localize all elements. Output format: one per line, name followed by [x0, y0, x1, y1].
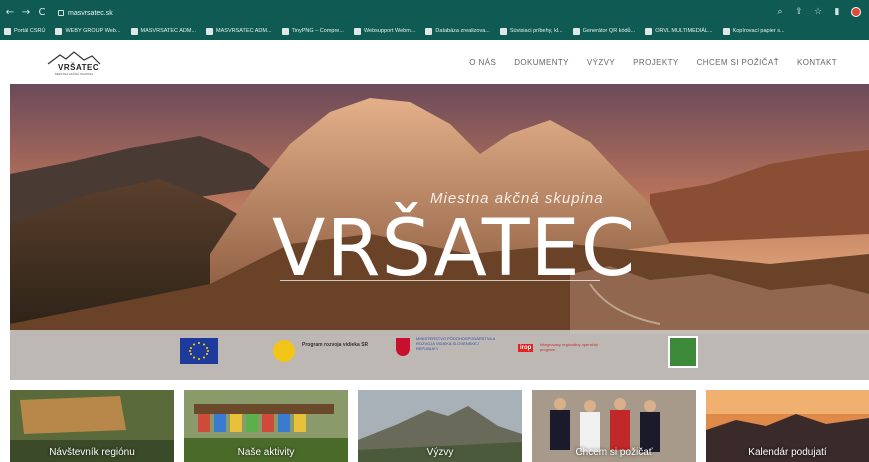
bookmark-label: ORVL MULTIMEDIÁL... — [655, 28, 713, 34]
hero-banner: Miestna akčná skupina VRŠATEC Program ro… — [10, 84, 869, 380]
tile-label: Naše aktivity — [237, 447, 295, 458]
bookmark-label: Súvisiaci príbehy, kl... — [509, 28, 563, 34]
browser-chrome: ← → C masvrsatec.sk ⌕ ⇪ ☆ ▮ Portál CSRÚ … — [0, 0, 869, 40]
tile-navstevnik-regionu[interactable]: Návštevník regiónu — [10, 390, 174, 462]
nav-projekty[interactable]: PROJEKTY — [633, 58, 678, 67]
partner-logos-band: Program rozvoja vidieka SR MINISTERSTVO … — [10, 330, 869, 380]
bookmark-label: Websupport Webm... — [363, 28, 416, 34]
bookmark[interactable]: Kopírovací papier s... — [722, 27, 785, 35]
back-icon[interactable]: ← — [4, 7, 16, 19]
bookmark-label: Portál CSRÚ — [14, 28, 46, 34]
bookmark-icon — [4, 27, 11, 35]
tile-chcem-si-pozicat[interactable]: Chcem si požičať — [532, 390, 696, 462]
nav-dokumenty[interactable]: DOKUMENTY — [514, 58, 569, 67]
leader-logo-icon — [668, 336, 698, 368]
bookmarks-bar: Portál CSRÚ WEBY GROUP Web... MASVRSATEC… — [0, 24, 869, 38]
nav-kontakt[interactable]: KONTAKT — [797, 58, 837, 67]
nav-chcem-si-pozicat[interactable]: CHCEM SI POŽIČAŤ — [697, 58, 779, 67]
program-rozvoja-vidieka-text: Program rozvoja vidieka SR — [302, 342, 369, 348]
irop-badge: irop — [518, 344, 534, 352]
bookmark[interactable]: WEBY GROUP Web... — [55, 27, 121, 35]
eu-flag-icon — [180, 338, 218, 364]
zoom-icon[interactable]: ⌕ — [775, 7, 785, 17]
bookmark[interactable]: TinyPNG – Compre... — [281, 27, 344, 35]
bookmark[interactable]: ORVL MULTIMEDIÁL... — [645, 27, 713, 35]
bookmark-icon — [206, 27, 214, 35]
bookmark-icon — [130, 27, 138, 35]
address-row: ← → C masvrsatec.sk ⌕ ⇪ ☆ ▮ — [0, 4, 869, 22]
bookmark-label: Kopírovací papier s... — [732, 28, 785, 34]
bookmark-label: TinyPNG – Compre... — [291, 28, 344, 34]
irop-text: Integrovaný regionálny operačný program — [540, 342, 599, 352]
address-bar[interactable]: masvrsatec.sk — [58, 10, 113, 17]
program-rozvoja-vidieka-icon — [273, 340, 295, 362]
bookmark-icon — [645, 27, 653, 35]
url-text: masvrsatec.sk — [68, 9, 113, 17]
reload-icon[interactable]: C — [36, 7, 48, 19]
slovak-crest-icon — [396, 338, 410, 356]
bookmark-icon — [55, 27, 63, 35]
bookmark-icon — [722, 27, 730, 35]
lock-icon — [58, 10, 64, 16]
bookmark[interactable]: MASVRSATEC ADM... — [206, 27, 272, 35]
tile-label: Návštevník regiónu — [49, 447, 135, 458]
bookmark-icon — [572, 27, 580, 35]
main-nav: O NÁS DOKUMENTY VÝZVY PROJEKTY CHCEM SI … — [469, 58, 837, 67]
tile-label: Výzvy — [426, 447, 454, 458]
tile-label: Chcem si požičať — [575, 447, 653, 458]
bookmark-icon — [281, 27, 289, 35]
tile-nase-aktivity[interactable]: Naše aktivity — [184, 390, 348, 462]
site-logo[interactable]: VRŠATEC MIESTNA AKČNÁ SKUPINA — [46, 50, 102, 76]
forward-icon[interactable]: → — [20, 7, 32, 19]
bookmark-label: MASVRSATEC ADM... — [140, 28, 197, 34]
logo-subtitle: MIESTNA AKČNÁ SKUPINA — [55, 72, 94, 76]
bookmark-icon — [353, 27, 361, 35]
ministry-text: MINISTERSTVO PÔDOHOSPODÁRSTVA A ROZVOJA … — [416, 336, 496, 351]
bookmark[interactable]: Websupport Webm... — [353, 27, 416, 35]
bookmark-label: Databáza zrealizova... — [435, 28, 490, 34]
nav-vyzvy[interactable]: VÝZVY — [587, 58, 615, 67]
bookmark-label: WEBY GROUP Web... — [65, 28, 121, 34]
site-header: VRŠATEC MIESTNA AKČNÁ SKUPINA O NÁS DOKU… — [0, 40, 869, 84]
browser-actions: ⌕ ⇪ ☆ ▮ — [775, 7, 861, 17]
bookmark[interactable]: Databáza zrealizova... — [425, 27, 490, 35]
bookmark[interactable]: Portál CSRÚ — [4, 27, 46, 35]
bookmark[interactable]: Generátor QR kódů... — [572, 27, 636, 35]
tile-label: Kalendár podujatí — [748, 447, 827, 458]
share-icon[interactable]: ⇪ — [794, 7, 804, 17]
bookmark[interactable]: MASVRSATEC ADM... — [130, 27, 197, 35]
bookmark-icon — [499, 27, 507, 35]
profile-avatar[interactable] — [851, 7, 861, 17]
bookmark-icon — [425, 27, 433, 35]
tile-kalendar-podujati[interactable]: Kalendár podujatí — [706, 390, 869, 462]
tile-vyzvy[interactable]: Výzvy — [358, 390, 522, 462]
bookmark-label: MASVRSATEC ADM... — [216, 28, 272, 34]
nav-o-nas[interactable]: O NÁS — [469, 58, 496, 67]
bookmark[interactable]: Súvisiaci príbehy, kl... — [499, 27, 563, 35]
category-tiles: Návštevník regiónu Naše aktivity Výzvy C… — [10, 390, 869, 462]
star-icon[interactable]: ☆ — [813, 7, 823, 17]
hero-divider — [280, 280, 600, 281]
sidepanel-icon[interactable]: ▮ — [832, 7, 842, 17]
logo-text: VRŠATEC — [58, 63, 100, 72]
bookmark-label: Generátor QR kódů... — [582, 28, 636, 34]
eu-stars-icon — [189, 342, 209, 360]
